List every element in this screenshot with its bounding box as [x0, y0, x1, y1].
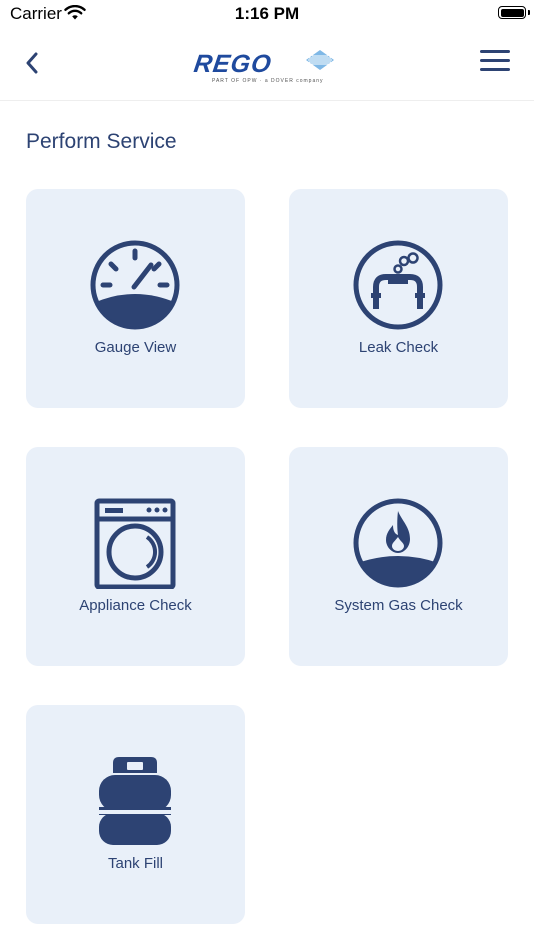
- battery-icon: [498, 6, 526, 19]
- logo-tagline: PART OF OPW · a DOVER company: [212, 78, 324, 84]
- leak-check-icon: [353, 240, 443, 330]
- tile-label: Tank Fill: [107, 855, 163, 872]
- gas-flame-icon: [353, 498, 443, 588]
- tile-system-gas-check[interactable]: System Gas Check: [289, 447, 508, 666]
- tile-leak-check[interactable]: Leak Check: [289, 189, 508, 408]
- logo-diamond-icon: [306, 50, 334, 70]
- chevron-left-icon: [26, 52, 38, 74]
- back-button[interactable]: [18, 48, 46, 78]
- tile-label: System Gas Check: [334, 597, 463, 614]
- logo-brand: REGO: [192, 50, 274, 78]
- menu-button[interactable]: [480, 50, 510, 76]
- battery-tip: [528, 10, 530, 15]
- nav-bar: REGO PART OF OPW · a DOVER company: [0, 30, 534, 101]
- gauge-icon: [90, 240, 180, 330]
- page-title: Perform Service: [26, 130, 177, 153]
- hamburger-menu-icon: [480, 50, 510, 71]
- status-bar: Carrier 1:16 PM: [0, 0, 534, 30]
- tile-tank-fill[interactable]: Tank Fill: [26, 705, 245, 924]
- status-time: 1:16 PM: [234, 4, 300, 23]
- tile-label: Leak Check: [358, 339, 439, 356]
- tile-label: Gauge View: [94, 339, 177, 356]
- tile-appliance-check[interactable]: Appliance Check: [26, 447, 245, 666]
- propane-tank-icon: [99, 757, 171, 845]
- rego-logo: REGO PART OF OPW · a DOVER company: [176, 36, 350, 94]
- tile-label: Appliance Check: [79, 597, 192, 614]
- washing-machine-icon: [94, 498, 176, 589]
- tile-gauge-view[interactable]: Gauge View: [26, 189, 245, 408]
